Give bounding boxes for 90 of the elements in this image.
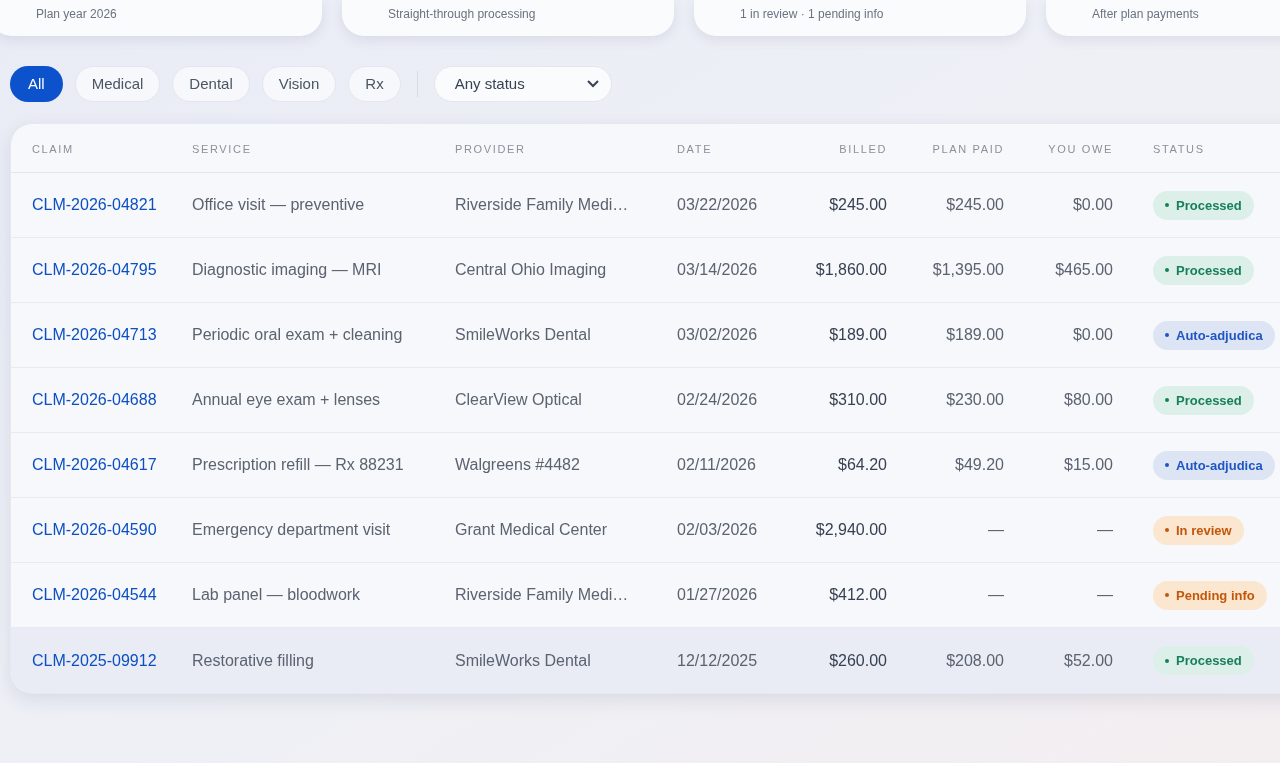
table-row[interactable]: CLM-2026-04821 Office visit — preventive Riverside Family Medi… 03/22/2026 $245.00 $245.00 $0.00 Processed	[11, 173, 1280, 238]
table-row[interactable]: CLM-2026-04688 Annual eye exam + lenses ClearView Optical 02/24/2026 $310.00 $230.00 $80.00 Processed	[11, 368, 1280, 433]
table-row[interactable]: CLM-2026-04795 Diagnostic imaging — MRI Central Ohio Imaging 03/14/2026 $1,860.00 $1,395.00 $465.00 Processed	[11, 238, 1280, 303]
table-cell: Office visit — preventive	[192, 196, 365, 213]
table-cell: Annual eye exam + lenses	[192, 391, 381, 408]
table-cell: Riverside Family Medi…	[455, 196, 629, 213]
card-caption: 1 in review · 1 pending info	[740, 7, 884, 21]
table-cell: 03/14/2026	[677, 261, 758, 278]
column-header: PLAN PAID	[932, 143, 1004, 155]
table-cell: Diagnostic imaging — MRI	[192, 261, 382, 278]
table-cell: SmileWorks Dental	[455, 651, 591, 669]
table-cell: SmileWorks Dental	[455, 326, 591, 343]
column-header: BILLED	[839, 143, 887, 155]
card-caption: Plan year 2026	[36, 7, 117, 21]
table-cell: $15.00	[1064, 456, 1113, 473]
status-badge: Auto-adjudica	[1153, 450, 1275, 480]
table-cell: $465.00	[1055, 261, 1113, 278]
table-cell: Periodic oral exam + cleaning	[192, 326, 403, 343]
table-cell: —	[988, 586, 1004, 603]
table-cell: Restorative filling	[192, 651, 314, 669]
table-cell: $189.00	[946, 326, 1004, 343]
table-cell: $0.00	[1072, 326, 1113, 343]
table-cell: Central Ohio Imaging	[455, 261, 607, 278]
column-header: YOU OWE	[1048, 143, 1113, 155]
table-cell: 02/24/2026	[677, 391, 758, 408]
status-select[interactable]: Any status	[433, 66, 612, 102]
table-cell: Riverside Family Medi…	[455, 586, 629, 603]
table-cell: $52.00	[1064, 651, 1113, 669]
table-cell: —	[1097, 521, 1113, 538]
claim-link[interactable]: CLM-2026-04713	[32, 326, 157, 343]
column-header: STATUS	[1153, 143, 1205, 155]
table-cell: $245.00	[829, 196, 887, 213]
table-cell: Prescription refill — Rx 88231	[192, 456, 404, 473]
table-cell: $230.00	[946, 391, 1004, 408]
table-cell: $64.20	[838, 456, 887, 473]
table-cell: 02/03/2026	[677, 521, 758, 538]
table-cell: 03/22/2026	[677, 196, 758, 213]
filter-chip[interactable]: Vision	[261, 66, 337, 102]
table-cell: —	[988, 521, 1004, 538]
table-cell: ClearView Optical	[455, 391, 582, 408]
column-header: DATE	[677, 143, 713, 155]
table-cell: Lab panel — bloodwork	[192, 586, 361, 603]
status-badge: Processed	[1153, 646, 1254, 676]
table-cell: Grant Medical Center	[455, 521, 608, 538]
table-cell: Emergency department visit	[192, 521, 391, 538]
table-cell: 12/12/2025	[677, 651, 758, 669]
table-cell: $310.00	[829, 391, 887, 408]
table-cell: $412.00	[829, 586, 887, 603]
table-cell: $80.00	[1064, 391, 1113, 408]
table-cell: $0.00	[1072, 196, 1113, 213]
table-cell: $1,395.00	[932, 261, 1004, 278]
table-cell: $245.00	[946, 196, 1004, 213]
status-badge: Processed	[1153, 255, 1254, 285]
table-cell: $260.00	[829, 651, 887, 669]
claim-link[interactable]: CLM-2026-04544	[32, 586, 157, 603]
claim-link[interactable]: CLM-2026-04795	[32, 261, 157, 278]
chevron-down-icon	[586, 80, 599, 88]
filter-chip[interactable]: All	[10, 66, 63, 102]
table-row[interactable]: CLM-2026-04713 Periodic oral exam + cleaning SmileWorks Dental 03/02/2026 $189.00 $189.00 $0.00 Auto-adjudica	[11, 303, 1280, 368]
column-header: PROVIDER	[455, 143, 526, 155]
table-row[interactable]: CLM-2026-04617 Prescription refill — Rx 88231 Walgreens #4482 02/11/2026 $64.20 $49.20 $15.00 Auto-adjudica	[11, 433, 1280, 498]
table-cell: —	[1097, 586, 1113, 603]
table-cell: 03/02/2026	[677, 326, 758, 343]
filter-chip[interactable]: Dental	[172, 66, 250, 102]
claim-link[interactable]: CLM-2026-04590	[32, 521, 157, 538]
table-cell: $208.00	[946, 651, 1004, 669]
card-caption: After plan payments	[1092, 7, 1199, 21]
status-badge: Processed	[1153, 190, 1254, 220]
claim-link[interactable]: CLM-2026-04821	[32, 196, 157, 213]
table-cell: Walgreens #4482	[455, 456, 580, 473]
table-cell: 02/11/2026	[677, 456, 756, 473]
table-cell: $189.00	[829, 326, 887, 343]
filter-chip[interactable]: Medical	[74, 66, 161, 102]
status-badge: In review	[1153, 515, 1244, 545]
status-badge: Pending info	[1153, 580, 1267, 610]
card-caption: Straight-through processing	[388, 7, 536, 21]
table-row[interactable]: CLM-2026-04590 Emergency department visit Grant Medical Center 02/03/2026 $2,940.00 — — In review	[11, 498, 1280, 563]
table-cell: $49.20	[955, 456, 1004, 473]
status-badge: Auto-adjudica	[1153, 320, 1275, 350]
claim-link[interactable]: CLM-2026-04617	[32, 456, 157, 473]
column-header: CLAIM	[32, 143, 74, 155]
claim-link[interactable]: CLM-2026-04688	[32, 391, 157, 408]
table-row[interactable]: CLM-2025-09912 Restorative filling SmileWorks Dental 12/12/2025 $260.00 $208.00 $52.00 Processed	[11, 628, 1280, 693]
table-cell: $2,940.00	[815, 521, 887, 538]
column-header: SERVICE	[192, 143, 252, 155]
filter-chip[interactable]: Rx	[348, 66, 401, 102]
table-cell: $1,860.00	[815, 261, 887, 278]
table-cell: 01/27/2026	[677, 586, 758, 603]
claim-link[interactable]: CLM-2025-09912	[32, 651, 157, 669]
status-badge: Processed	[1153, 385, 1254, 415]
